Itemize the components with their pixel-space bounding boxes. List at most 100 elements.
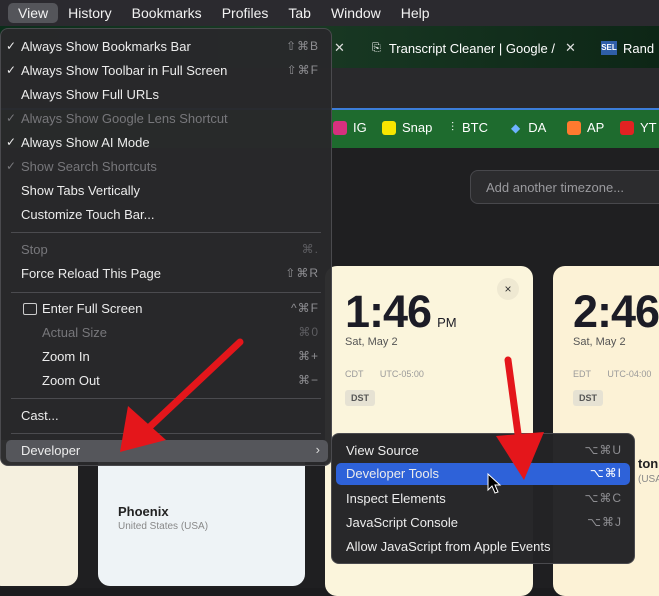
shortcut: ⌘0 <box>298 325 319 339</box>
menubar-bookmarks[interactable]: Bookmarks <box>122 3 212 23</box>
fullscreen-icon <box>23 303 37 315</box>
bookmark-label: DA <box>528 120 547 135</box>
ap-icon <box>567 120 581 135</box>
menubar-view[interactable]: View <box>8 3 59 23</box>
menu-item-always-show-full-urls[interactable]: Always Show Full URLs <box>1 84 331 106</box>
menu-item-label: Customize Touch Bar... <box>21 207 155 222</box>
menu-item-label: Zoom Out <box>42 373 100 388</box>
sel-favicon-icon: SEL <box>601 41 617 55</box>
add-timezone-input[interactable]: Add another timezone... <box>470 170 659 204</box>
shortcut: ⇧⌘F <box>286 63 319 77</box>
menu-item-always-show-toolbar[interactable]: ✓ Always Show Toolbar in Full Screen ⇧⌘F <box>1 60 331 82</box>
menu-item-customize-touch-bar[interactable]: Customize Touch Bar... <box>1 204 331 226</box>
menu-item-label: Always Show AI Mode <box>21 135 150 150</box>
menu-item-force-reload[interactable]: Force Reload This Page ⇧⌘R <box>1 263 331 285</box>
bookmark-label: BTC <box>462 120 489 135</box>
bookmark-label: IG <box>353 120 367 135</box>
time-value: 1:46 <box>345 286 432 337</box>
menu-item-always-show-bookmarks-bar[interactable]: ✓ Always Show Bookmarks Bar ⇧⌘B <box>1 36 331 58</box>
menu-item-developer[interactable]: Developer › <box>6 440 328 462</box>
time-display: 1:46 PM <box>345 286 457 338</box>
menu-item-label: Inspect Elements <box>346 491 446 506</box>
menu-item-allow-javascript-apple-events[interactable]: Allow JavaScript from Apple Events <box>332 536 634 558</box>
menu-item-label: Cast... <box>21 408 59 423</box>
shortcut: ⌥⌘C <box>584 491 622 505</box>
bookmark-ap[interactable]: AP <box>567 120 604 135</box>
menubar-profiles[interactable]: Profiles <box>212 3 279 23</box>
tab-rand[interactable]: SEL Rand <box>601 34 654 62</box>
menu-item-label: Always Show Full URLs <box>21 87 159 102</box>
menu-item-label: Stop <box>21 242 48 257</box>
checkmark-icon: ✓ <box>6 39 17 53</box>
city-name: Phoenix <box>118 504 169 519</box>
bookmark-ig[interactable]: IG <box>333 120 367 135</box>
menu-item-label: Allow JavaScript from Apple Events <box>346 539 551 554</box>
menu-item-label: Force Reload This Page <box>21 266 161 281</box>
menu-item-cast[interactable]: Cast... <box>1 405 331 427</box>
bookmark-label: Snap <box>402 120 433 135</box>
youtube-icon <box>620 120 634 135</box>
menu-item-label: Always Show Google Lens Shortcut <box>21 111 228 126</box>
menu-item-zoom-out[interactable]: Zoom Out ⌘− <box>1 370 331 392</box>
ampm: PM <box>437 315 457 330</box>
menu-separator <box>11 292 321 293</box>
menu-item-label: Always Show Bookmarks Bar <box>21 39 191 54</box>
menu-item-zoom-in[interactable]: Zoom In ⌘+ <box>1 346 331 368</box>
menu-item-inspect-elements[interactable]: Inspect Elements ⌥⌘C <box>332 488 634 510</box>
bookmark-label: AP <box>587 120 605 135</box>
shortcut: ^⌘F <box>291 301 319 315</box>
date-label: Sat, May 2 <box>573 336 626 348</box>
tab-close-previous[interactable]: ✕ <box>334 34 345 62</box>
bookmark-snap[interactable]: Snap <box>382 120 432 135</box>
bookmark-btc[interactable]: ⫶ BTC <box>451 120 488 135</box>
snapchat-icon <box>382 120 396 135</box>
zone-label: EDT UTC-04:00 <box>573 369 651 379</box>
country-name: United States (USA) <box>118 521 209 532</box>
shortcut: ⌥⌘J <box>587 515 622 529</box>
menu-item-always-show-ai-mode[interactable]: ✓ Always Show AI Mode <box>1 132 331 154</box>
menu-item-label: Always Show Toolbar in Full Screen <box>21 63 228 78</box>
shortcut: ⌥⌘I <box>589 466 622 480</box>
developer-submenu: View Source ⌥⌘U Developer Tools ⌥⌘I Inspec… <box>331 433 635 564</box>
menu-separator <box>11 433 321 434</box>
zone-label: CDT UTC-05:00 <box>345 369 424 379</box>
menubar-help[interactable]: Help <box>391 3 440 23</box>
shortcut: ⌥⌘U <box>584 443 622 457</box>
menu-item-label: Show Search Shortcuts <box>21 159 157 174</box>
tab-transcript-cleaner[interactable]: ⎘ Transcript Cleaner | Google / ✕ <box>372 34 576 62</box>
date-label: Sat, May 2 <box>345 336 398 348</box>
bookmark-yt[interactable]: YT <box>620 120 657 135</box>
checkmark-icon: ✓ <box>6 63 17 77</box>
menu-item-label: View Source <box>346 443 419 458</box>
menu-item-label: Show Tabs Vertically <box>21 183 140 198</box>
time-display: 2:46 <box>573 286 659 337</box>
bookmark-da[interactable]: ◆ DA <box>511 120 546 135</box>
shortcut: ⇧⌘R <box>285 266 319 280</box>
view-menu: ✓ Always Show Bookmarks Bar ⇧⌘B ✓ Always Sh… <box>0 28 332 466</box>
shortcut: ⌘− <box>297 373 319 387</box>
diamond-icon: ◆ <box>511 120 521 135</box>
close-icon[interactable]: ✕ <box>334 40 345 56</box>
menu-item-developer-tools[interactable]: Developer Tools ⌥⌘I <box>336 463 630 485</box>
menu-item-enter-full-screen[interactable]: Enter Full Screen ^⌘F <box>1 298 331 320</box>
menu-item-label: JavaScript Console <box>346 515 458 530</box>
dst-badge: DST <box>345 390 375 406</box>
menu-item-view-source[interactable]: View Source ⌥⌘U <box>332 440 634 462</box>
menu-item-show-search-shortcuts: ✓ Show Search Shortcuts <box>1 156 331 178</box>
menubar-tab[interactable]: Tab <box>278 3 321 23</box>
dst-badge: DST <box>573 390 603 406</box>
tab-title: Transcript Cleaner | Google / <box>388 40 556 56</box>
tab-title: Rand <box>623 40 655 56</box>
menubar-history[interactable]: History <box>58 3 122 23</box>
close-icon[interactable]: × <box>497 278 519 300</box>
menubar-window[interactable]: Window <box>321 3 391 23</box>
chevron-right-icon: › <box>315 442 320 457</box>
menu-item-label: Zoom In <box>42 349 90 364</box>
menu-item-javascript-console[interactable]: JavaScript Console ⌥⌘J <box>332 512 634 534</box>
menu-item-stop: Stop ⌘. <box>1 239 331 261</box>
close-icon[interactable]: ✕ <box>565 40 576 56</box>
shortcut: ⇧⌘B <box>285 39 319 53</box>
menu-item-label: Enter Full Screen <box>42 301 143 316</box>
menu-item-label: Developer Tools <box>346 466 439 481</box>
menu-item-show-tabs-vertically[interactable]: Show Tabs Vertically <box>1 180 331 202</box>
